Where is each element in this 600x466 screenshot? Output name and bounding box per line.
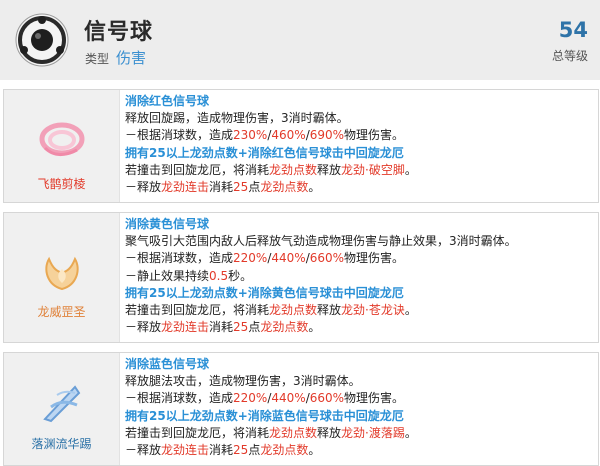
variant-name: 龙威罡圣 [37,305,86,319]
variant-description: 消除黄色信号球 聚气吸引大范围内敌人后释放气劲造成物理伤害与静止效果，3消时霸体… [125,216,594,336]
variant-card-blue: 落渊流华踢 消除蓝色信号球 释放腿法攻击，造成物理伤害，3消时霸体。 －根据消球… [3,352,599,466]
desc-line: 聚气吸引大范围内敌人后释放气劲造成物理伤害与静止效果，3消时霸体。 [125,234,517,249]
desc-line: 释放腿法攻击，造成物理伤害，3消时霸体。 [125,374,361,389]
total-level-label: 总等级 [551,49,588,63]
variant-side-panel: 飞鹊剪棱 [4,90,120,202]
variant-card-red: 飞鹊剪棱 消除红色信号球 释放回旋踢，造成物理伤害，3消时霸体。 －根据消球数，… [3,89,599,203]
pink-swirl-icon [39,122,85,156]
variant-description: 消除蓝色信号球 释放腿法攻击，造成物理伤害，3消时霸体。 －根据消球数，造成22… [125,356,594,459]
total-level-value: 54 [558,18,588,42]
variant-heading: 消除黄色信号球 [125,217,210,231]
bonus-cost: －释放龙劲连击消耗25点龙劲点数。 [125,443,321,458]
bonus-condition: 拥有25以上龙劲点数+消除蓝色信号球击中回旋龙厄 [125,408,404,423]
bonus-cost: －释放龙劲连击消耗25点龙劲点数。 [125,320,321,335]
variant-card-yellow: 龙威罡圣 消除黄色信号球 聚气吸引大范围内敌人后释放气劲造成物理伤害与静止效果，… [3,212,599,343]
variant-side-panel: 落渊流华踢 [4,353,120,465]
variant-side-panel: 龙威罡圣 [4,213,120,342]
stun-duration-line: －静止效果持续0.5秒。 [125,268,253,283]
variant-name: 飞鹊剪棱 [37,177,86,191]
golden-flame-bird-icon [45,256,79,291]
damage-line: －根据消球数，造成230%/460%/690%物理伤害。 [125,128,405,143]
damage-line: －根据消球数，造成220%/440%/660%物理伤害。 [125,391,405,406]
type-value: 伤害 [116,49,147,67]
damage-line: －根据消球数，造成220%/440%/660%物理伤害。 [125,251,405,266]
variant-description: 消除红色信号球 释放回旋踢，造成物理伤害，3消时霸体。 －根据消球数，造成230… [125,93,594,196]
skill-title: 信号球 [84,20,154,45]
variant-name: 落渊流华踢 [31,437,92,451]
dark-orb-icon [15,13,69,67]
bonus-condition: 拥有25以上龙劲点数+消除黄色信号球击中回旋龙厄 [125,285,404,300]
bonus-effect: 若撞击到回旋龙厄，将消耗龙劲点数释放龙劲·苍龙诀。 [125,303,417,318]
variant-heading: 消除蓝色信号球 [125,357,210,371]
bonus-cost: －释放龙劲连击消耗25点龙劲点数。 [125,180,321,195]
variant-heading: 消除红色信号球 [125,94,210,108]
blue-kick-streak-icon [43,385,81,423]
skill-header: 信号球 类型 伤害 54 总等级 [0,0,600,80]
type-label: 类型 [85,52,110,66]
bonus-effect: 若撞击到回旋龙厄，将消耗龙劲点数释放龙劲·渡落踢。 [125,425,417,440]
bonus-effect: 若撞击到回旋龙厄，将消耗龙劲点数释放龙劲·破空脚。 [125,162,417,177]
desc-line: 释放回旋踢，造成物理伤害，3消时霸体。 [125,111,349,126]
bonus-condition: 拥有25以上龙劲点数+消除红色信号球击中回旋龙厄 [125,145,404,160]
